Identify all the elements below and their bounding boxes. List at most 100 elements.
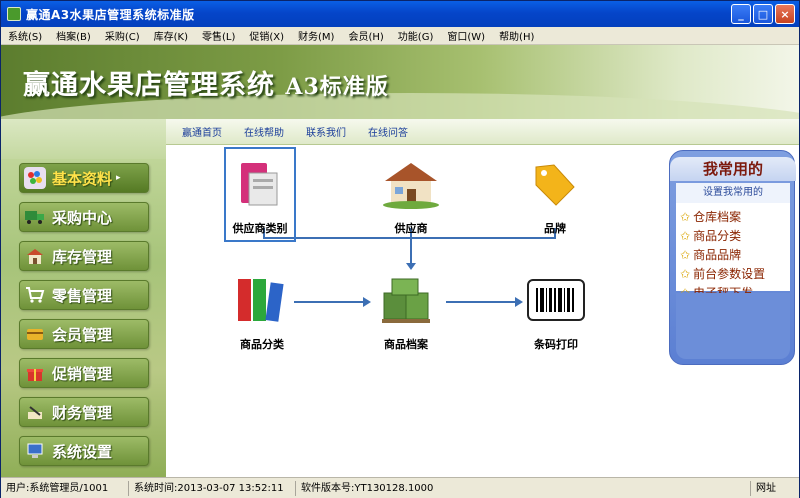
truck-icon [24, 206, 46, 228]
flow-node-label: 供应商 [394, 222, 428, 235]
menu-retail[interactable]: 零售(L) [195, 28, 242, 43]
favorites-panel-footer [676, 293, 790, 359]
sidebar-item-label: 系统设置 [52, 442, 113, 461]
folder-icon [227, 151, 293, 217]
member-card-icon [24, 323, 46, 345]
favorites-panel: 我常用的 设置我常用的 ✩仓库档案 ✩商品分类 ✩商品品牌 ✩前台参数设置 ✩电… [669, 150, 796, 365]
banner-edition: A3标准版 [285, 74, 389, 100]
workflow-diagram: 供应商类别 供应商 品牌 商品分类 商品档案 条码打印 [166, 145, 666, 477]
flow-brand[interactable]: 品牌 [515, 151, 595, 236]
chevron-right-icon: ▸ [116, 173, 121, 183]
connector-line [294, 301, 364, 303]
minimize-button[interactable]: _ [731, 4, 751, 24]
star-icon: ✩ [680, 228, 691, 243]
sidebar-item-inventory[interactable]: 库存管理 [19, 241, 149, 271]
menu-system[interactable]: 系统(S) [1, 28, 49, 43]
flow-product-category[interactable]: 商品分类 [222, 267, 302, 352]
sidebar-top [1, 119, 166, 159]
header-banner: 赢通水果店管理系统 A3标准版 [1, 45, 799, 119]
sidebar-item-label: 库存管理 [52, 247, 113, 266]
finance-icon [24, 401, 46, 423]
favorites-list: ✩仓库档案 ✩商品分类 ✩商品品牌 ✩前台参数设置 ✩电子秤下发 [676, 203, 790, 300]
favorite-item-label: 商品品牌 [693, 248, 742, 262]
window-title: 赢通A3水果店管理系统标准版 [26, 7, 195, 22]
connector-line [410, 238, 412, 264]
flow-product-archive[interactable]: 商品档案 [366, 267, 446, 352]
app-window: 赢通A3水果店管理系统标准版 _ □ × 系统(S) 档案(B) 采购(C) 库… [0, 0, 800, 498]
connector-line [446, 301, 516, 303]
banner-title: 赢通水果店管理系统 A3标准版 [23, 63, 389, 102]
favorites-settings-link[interactable]: 设置我常用的 [676, 183, 790, 203]
sidebar-item-label: 基本资料 [52, 169, 113, 188]
menu-finance[interactable]: 财务(M) [291, 28, 341, 43]
sidebar-item-label: 促销管理 [52, 364, 113, 383]
flow-supplier[interactable]: 供应商 [371, 151, 451, 236]
favorite-item[interactable]: ✩ 商品分类 [676, 226, 790, 245]
gift-icon [24, 362, 46, 384]
flow-barcode-print[interactable]: 条码打印 [516, 267, 596, 352]
sidebar-item-purchase[interactable]: 采购中心 [19, 202, 149, 232]
barcode-icon [523, 267, 589, 333]
sidebar-item-label: 零售管理 [52, 286, 113, 305]
link-online-help[interactable]: 在线帮助 [244, 124, 284, 139]
sidebar-item-promotion[interactable]: 促销管理 [19, 358, 149, 388]
menu-promotion[interactable]: 促销(X) [242, 28, 291, 43]
favorite-item[interactable]: ✩ 仓库档案 [676, 207, 790, 226]
link-home[interactable]: 赢通首页 [182, 124, 222, 139]
sidebar-item-member[interactable]: 会员管理 [19, 319, 149, 349]
menu-archive[interactable]: 档案(B) [49, 28, 98, 43]
sidebar-item-label: 会员管理 [52, 325, 113, 344]
maximize-button[interactable]: □ [753, 4, 773, 24]
star-icon: ✩ [680, 247, 691, 262]
status-user: 用户:系统管理员/1001 [1, 480, 129, 496]
sidebar-item-basic-data[interactable]: 基本资料 ▸ [19, 163, 149, 193]
warehouse-icon [24, 245, 46, 267]
link-bar: 赢通首页 在线帮助 联系我们 在线问答 [166, 119, 799, 145]
sidebar-item-system-settings[interactable]: 系统设置 [19, 436, 149, 466]
sidebar-item-finance[interactable]: 财务管理 [19, 397, 149, 427]
computer-icon [24, 440, 46, 462]
binders-icon [229, 267, 295, 333]
menu-function[interactable]: 功能(G) [391, 28, 441, 43]
favorite-item-label: 商品分类 [693, 229, 742, 243]
menu-member[interactable]: 会员(H) [341, 28, 390, 43]
status-time: 系统时间:2013-03-07 13:52:11 [129, 480, 296, 496]
close-button[interactable]: × [775, 4, 795, 24]
tag-icon [522, 151, 588, 217]
sidebar: 基本资料 ▸ 采购中心 库存管理 零售管理 会员管理 促销管理 财务管理 系统设… [1, 119, 166, 477]
link-qa[interactable]: 在线问答 [368, 124, 408, 139]
boxes-icon [373, 267, 439, 333]
status-bar: 用户:系统管理员/1001 系统时间:2013-03-07 13:52:11 软… [1, 477, 799, 498]
status-network: 网址 [756, 482, 776, 494]
menu-bar: 系统(S) 档案(B) 采购(C) 库存(K) 零售(L) 促销(X) 财务(M… [1, 27, 799, 45]
main-content: 赢通首页 在线帮助 联系我们 在线问答 供应商类别 供应商 品牌 商品分类 商品… [166, 119, 799, 477]
menu-inventory[interactable]: 库存(K) [147, 28, 195, 43]
flow-node-label: 商品分类 [240, 338, 284, 351]
menu-window[interactable]: 窗口(W) [440, 28, 492, 43]
link-contact[interactable]: 联系我们 [306, 124, 346, 139]
sidebar-item-label: 采购中心 [52, 208, 113, 227]
app-icon [7, 7, 21, 21]
flow-node-label: 商品档案 [384, 338, 428, 351]
palette-icon [24, 167, 46, 189]
favorite-item-label: 前台参数设置 [693, 267, 766, 281]
banner-title-text: 赢通水果店管理系统 [23, 70, 275, 101]
favorite-item-label: 仓库档案 [693, 210, 742, 224]
flow-node-label: 品牌 [544, 222, 566, 235]
flow-supplier-category[interactable]: 供应商类别 [224, 147, 296, 242]
cart-icon [24, 284, 46, 306]
favorite-item[interactable]: ✩ 前台参数设置 [676, 264, 790, 283]
menu-purchase[interactable]: 采购(C) [98, 28, 147, 43]
favorites-title: 我常用的 [670, 157, 796, 181]
flow-node-label: 供应商类别 [232, 222, 288, 235]
star-icon: ✩ [680, 209, 691, 224]
sidebar-item-label: 财务管理 [52, 403, 113, 422]
favorite-item[interactable]: ✩ 商品品牌 [676, 245, 790, 264]
status-version: 软件版本号:YT130128.1000 [296, 480, 751, 496]
menu-help[interactable]: 帮助(H) [492, 28, 541, 43]
star-icon: ✩ [680, 266, 691, 281]
sidebar-item-retail[interactable]: 零售管理 [19, 280, 149, 310]
house-icon [378, 151, 444, 217]
title-bar[interactable]: 赢通A3水果店管理系统标准版 _ □ × [1, 1, 799, 27]
flow-node-label: 条码打印 [534, 338, 578, 351]
